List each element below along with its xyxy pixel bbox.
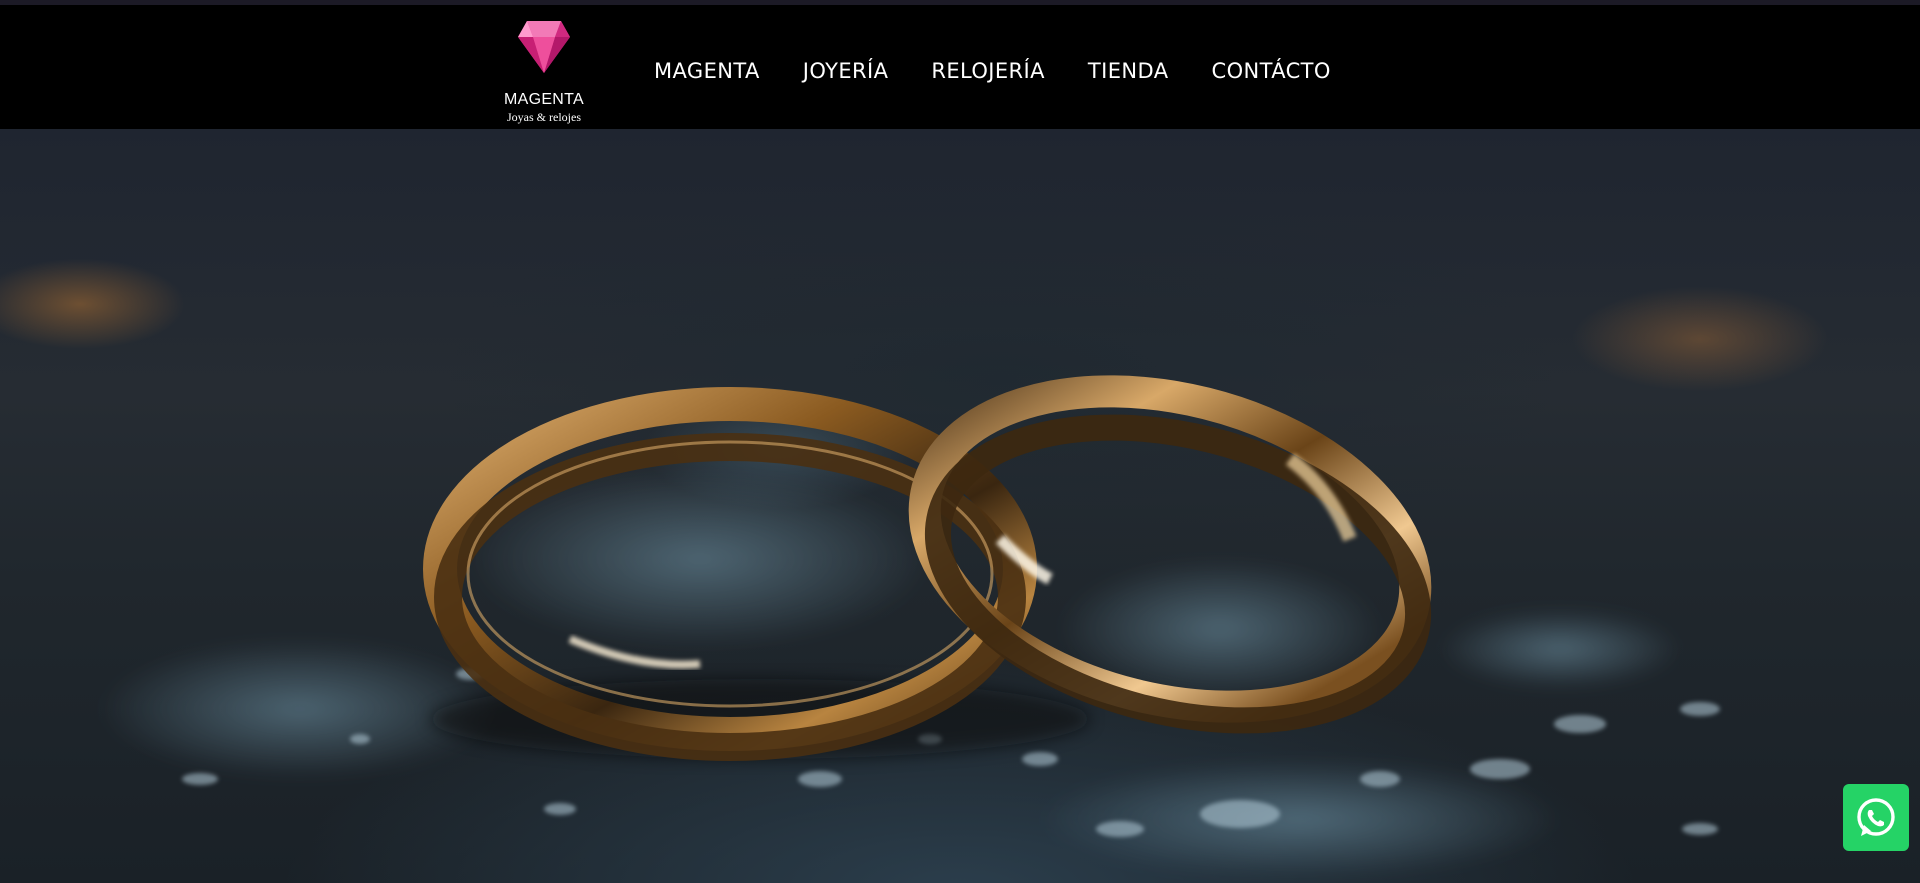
- whatsapp-icon: [1857, 797, 1895, 836]
- nav-item-contacto[interactable]: CONTÁCTO: [1212, 54, 1331, 88]
- hero-banner: [0, 129, 1920, 883]
- nav-item-magenta[interactable]: MAGENTA: [654, 54, 760, 88]
- wedding-rings-image: [100, 375, 1720, 879]
- nav-item-joyeria[interactable]: JOYERÍA: [803, 54, 889, 88]
- diamond-icon: [518, 21, 570, 73]
- nav-item-relojeria[interactable]: RELOJERÍA: [931, 54, 1045, 88]
- whatsapp-button[interactable]: [1843, 784, 1909, 851]
- main-nav: MAGENTA JOYERÍA RELOJERÍA TIENDA CONTÁCT…: [654, 54, 1331, 88]
- brand-tagline: Joyas & relojes: [507, 110, 581, 124]
- nav-item-tienda[interactable]: TIENDA: [1088, 54, 1169, 88]
- site-header: MAGENTA Joyas & relojes MAGENTA JOYERÍA …: [0, 5, 1920, 129]
- brand-logo-link[interactable]: MAGENTA Joyas & relojes: [498, 19, 590, 124]
- brand-name: MAGENTA: [503, 91, 585, 108]
